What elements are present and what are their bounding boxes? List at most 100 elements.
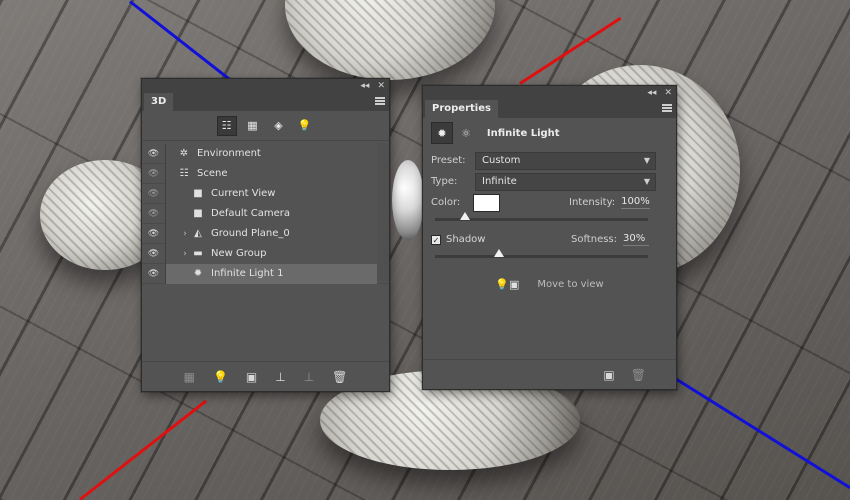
panel-properties-tabrow: Properties: [423, 100, 676, 118]
render-settings-icon[interactable]: ▣: [603, 368, 614, 382]
intensity-slider-thumb[interactable]: [459, 212, 470, 220]
move-to-view-button[interactable]: 💡▣ Move to view: [423, 274, 676, 294]
layer-name: New Group: [211, 248, 267, 259]
preset-value: Custom: [482, 155, 521, 166]
trash-icon[interactable]: 🗑: [332, 370, 347, 384]
eye-visibility-icon[interactable]: 👁: [142, 163, 166, 184]
preset-row: Preset: Custom ▼: [423, 150, 676, 171]
trash-icon[interactable]: 🗑: [631, 368, 646, 382]
properties-header: ✹ ⚛ Infinite Light: [423, 118, 676, 148]
properties-footer: ▣ 🗑: [423, 359, 676, 389]
chevron-down-icon: ▼: [643, 177, 650, 186]
layer-name: Environment: [197, 148, 261, 159]
camera-icon: ■: [193, 188, 203, 199]
mesh-icon: ◭: [194, 228, 202, 239]
add-mesh-icon[interactable]: ▦: [184, 370, 195, 384]
layer-name: Current View: [211, 188, 276, 199]
eye-visibility-icon[interactable]: 👁: [142, 243, 166, 264]
scene-icon: ☷: [179, 168, 189, 179]
layer-row-body: › ▬ New Group: [166, 243, 377, 264]
color-swatch[interactable]: [473, 193, 500, 212]
softness-slider-row: [423, 249, 676, 266]
panel-menu-icon[interactable]: [375, 97, 385, 105]
eye-visibility-icon[interactable]: 👁: [142, 203, 166, 224]
tab-3d[interactable]: 3D: [144, 93, 174, 111]
shadow-row: ✓ Shadow Softness: 30%: [423, 229, 676, 250]
light-coordinates-icon[interactable]: ⚛: [461, 127, 471, 140]
color-label: Color:: [431, 197, 461, 208]
layer-row-body: ✹ Infinite Light 1: [166, 263, 377, 284]
layer-row[interactable]: 👁 ■ Default Camera: [142, 203, 389, 224]
softness-value[interactable]: 30%: [623, 233, 650, 246]
panel-3d-footer: ▦ 💡 ▣ ⊥ ⊥ 🗑: [142, 361, 389, 391]
eye-visibility-icon[interactable]: 👁: [142, 263, 166, 284]
color-row: Color: Intensity: 100%: [423, 192, 676, 213]
layer-row[interactable]: 👁 ✹ Infinite Light 1: [142, 263, 389, 284]
materials-icon[interactable]: ◈: [269, 116, 289, 136]
preset-dropdown[interactable]: Custom ▼: [475, 151, 656, 170]
properties-title: Infinite Light: [486, 127, 560, 139]
folder-icon: ▬: [193, 248, 203, 259]
layer-row[interactable]: 👁 › ◭ Ground Plane_0: [142, 223, 389, 244]
eye-visibility-icon[interactable]: 👁: [142, 143, 166, 164]
intensity-value[interactable]: 100%: [621, 196, 650, 209]
whole-scene-icon[interactable]: ☷: [216, 115, 237, 136]
layer-name: Scene: [197, 168, 228, 179]
layer-row-body: ☷ Scene: [166, 163, 377, 184]
intensity-field: Intensity: 100%: [569, 196, 650, 209]
softness-slider[interactable]: [435, 249, 648, 258]
eye-visibility-icon[interactable]: 👁: [142, 223, 166, 244]
close-icon[interactable]: ✕: [664, 86, 672, 100]
chevron-down-icon: ▼: [643, 156, 650, 165]
meshes-icon[interactable]: ▦: [243, 116, 263, 136]
add-light-icon[interactable]: 💡: [213, 370, 228, 384]
intensity-slider[interactable]: [435, 212, 648, 221]
render-icon[interactable]: ⊥: [304, 370, 314, 384]
white-3d-shape-top: [285, 0, 495, 80]
z-axis-blue-lower: [671, 375, 850, 490]
scene-filter-bar: ☷ ▦ ◈ 💡: [142, 111, 389, 141]
softness-field: Softness: 30%: [571, 233, 650, 246]
add-constraint-icon[interactable]: ▣: [246, 370, 257, 384]
center-sphere: [392, 160, 424, 240]
move-to-view-icon: 💡▣: [495, 277, 520, 291]
move-to-view-label: Move to view: [537, 278, 604, 290]
panel-menu-icon[interactable]: [662, 104, 672, 112]
camera-icon: ■: [193, 208, 203, 219]
drop-to-plane-icon[interactable]: ⊥: [275, 370, 285, 384]
eye-visibility-icon[interactable]: 👁: [142, 183, 166, 204]
softness-slider-thumb[interactable]: [493, 249, 504, 257]
type-dropdown[interactable]: Infinite ▼: [475, 172, 656, 191]
expand-chevron-icon[interactable]: ›: [180, 229, 190, 239]
panel-3d-titlebar: ◂◂ ✕: [142, 79, 389, 93]
shadow-label: Shadow: [446, 234, 486, 245]
shadow-checkbox[interactable]: ✓: [431, 234, 441, 245]
lights-icon[interactable]: 💡: [295, 116, 315, 136]
layer-name: Infinite Light 1: [211, 268, 284, 279]
type-value: Infinite: [482, 176, 517, 187]
expand-chevron-icon[interactable]: ›: [180, 249, 190, 259]
panel-properties-titlebar: ◂◂ ✕: [423, 86, 676, 100]
environment-icon: ✲: [179, 148, 189, 159]
layer-row[interactable]: 👁 › ▬ New Group: [142, 243, 389, 264]
x-axis-red-lower: [79, 399, 208, 500]
double-chevron-left-icon[interactable]: ◂◂: [360, 79, 369, 93]
intensity-label: Intensity:: [569, 197, 616, 208]
layer-row[interactable]: 👁 ■ Current View: [142, 183, 389, 204]
close-icon[interactable]: ✕: [377, 79, 385, 93]
layer-row[interactable]: 👁 ✲ Environment: [142, 143, 389, 164]
softness-label: Softness:: [571, 234, 618, 245]
layer-list-scrollbar[interactable]: [377, 143, 389, 281]
panel-properties: ◂◂ ✕ Properties ✹ ⚛ Infinite Light Prese…: [422, 85, 677, 390]
tab-properties[interactable]: Properties: [425, 100, 498, 118]
infinite-light-icon[interactable]: ✹: [431, 122, 453, 144]
layer-name: Default Camera: [211, 208, 290, 219]
layer-row-body: › ◭ Ground Plane_0: [166, 223, 377, 244]
preset-label: Preset:: [431, 155, 466, 166]
scene-layer-list: 👁 ✲ Environment 👁 ☷ Scene 👁 ■ Current View 👁 ■ Defa…: [142, 143, 389, 284]
layer-name: Ground Plane_0: [211, 228, 290, 239]
layer-row[interactable]: 👁 ☷ Scene: [142, 163, 389, 184]
double-chevron-left-icon[interactable]: ◂◂: [647, 86, 656, 100]
panel-3d: ◂◂ ✕ 3D ☷ ▦ ◈ 💡 👁 ✲ Environment 👁 ☷ Scene 👁 ■ Curre…: [141, 78, 390, 392]
panel-3d-tabrow: 3D: [142, 93, 389, 111]
